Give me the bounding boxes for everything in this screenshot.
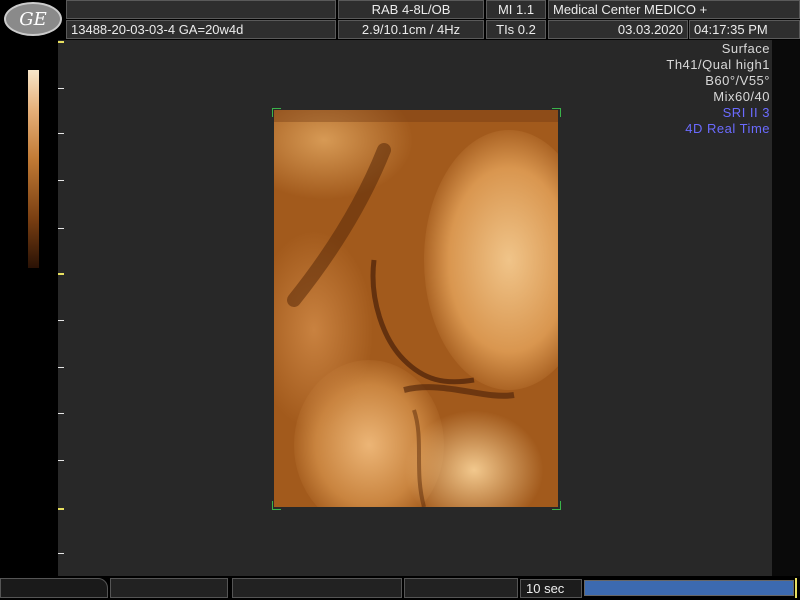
- volume-angles: B60°/V55°: [705, 73, 770, 88]
- logo-text: GE: [19, 8, 47, 30]
- exam-time: 04:17:35 PM: [689, 20, 800, 39]
- depth-tick: [58, 133, 64, 134]
- exam-date: 03.03.2020: [548, 20, 688, 39]
- depth-tick: [58, 460, 64, 461]
- depth-tick: [58, 553, 64, 554]
- depth-tick: [58, 41, 64, 43]
- roi-corner: [552, 501, 561, 510]
- progress-end-marker: [795, 578, 797, 598]
- roi-corner: [272, 108, 281, 117]
- bottom-tab-4[interactable]: [404, 578, 518, 598]
- realtime-mode: 4D Real Time: [685, 121, 770, 136]
- roi-corner: [552, 108, 561, 117]
- cine-progress-fill: [585, 581, 793, 595]
- mi-value: MI 1.1: [486, 0, 546, 19]
- depth-tick: [58, 273, 64, 275]
- header-blank: [66, 0, 336, 19]
- render-mode: Surface: [721, 41, 770, 56]
- threshold-quality: Th41/Qual high1: [666, 57, 770, 72]
- depth-tick: [58, 413, 64, 414]
- mix-ratio: Mix60/40: [713, 89, 770, 104]
- institution-name: Medical Center MEDICO +: [548, 0, 800, 19]
- tis-value: TIs 0.2: [486, 20, 546, 39]
- depth-tick: [58, 508, 64, 510]
- depth-tick: [58, 320, 64, 321]
- depth-frequency: 2.9/10.1cm / 4Hz: [338, 20, 484, 39]
- patient-id: 13488-20-03-03-4 GA=20w4d: [66, 20, 336, 39]
- depth-tick: [58, 228, 64, 229]
- bottom-tab-2[interactable]: [110, 578, 228, 598]
- depth-tick: [58, 367, 64, 368]
- ge-logo-icon: GE: [4, 2, 62, 36]
- sepia-color-scale: [28, 70, 39, 268]
- cine-progress-bar[interactable]: [584, 580, 794, 596]
- right-panel: [772, 40, 800, 576]
- depth-tick: [58, 88, 64, 89]
- bottom-tab-3[interactable]: [232, 578, 402, 598]
- tissue-fold-lines: [274, 110, 558, 507]
- ultrasound-3d-render[interactable]: [274, 110, 558, 507]
- depth-tick: [58, 180, 64, 181]
- roi-corner: [272, 501, 281, 510]
- probe-preset[interactable]: RAB 4-8L/OB: [338, 0, 484, 19]
- bottom-tab-1[interactable]: [0, 578, 108, 598]
- cine-timer-label: 10 sec: [520, 579, 582, 598]
- sri-level: SRI II 3: [722, 105, 770, 120]
